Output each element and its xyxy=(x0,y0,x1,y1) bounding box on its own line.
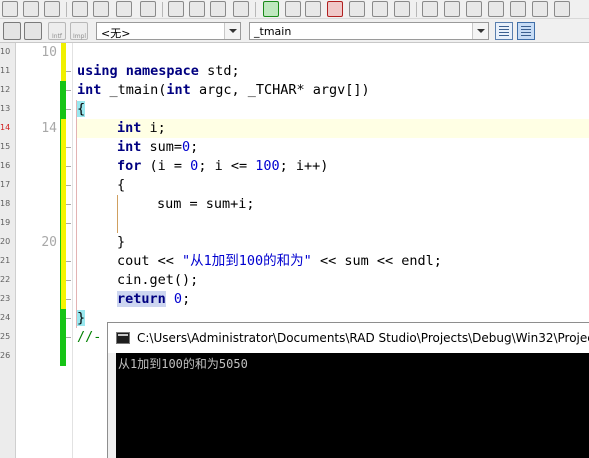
print-icon[interactable] xyxy=(140,1,156,17)
layout-icon[interactable] xyxy=(510,1,526,17)
save-all-icon[interactable] xyxy=(44,1,60,17)
code-line-24: } xyxy=(77,310,86,326)
save-icon[interactable] xyxy=(23,1,39,17)
code-line-15: int sum=0; xyxy=(117,139,199,155)
chevron-down-icon[interactable] xyxy=(472,23,488,39)
toolbar-separator xyxy=(416,2,417,17)
function-combo[interactable]: _tmain xyxy=(249,22,489,40)
scope-combo[interactable]: <无> xyxy=(96,22,241,40)
reset-program-icon[interactable] xyxy=(327,1,343,17)
toolbar-separator xyxy=(162,2,163,17)
line-number: 14 xyxy=(0,123,11,132)
line-number: 23 xyxy=(0,294,11,303)
line-number: 10 xyxy=(0,47,11,56)
run-dropdown-icon[interactable] xyxy=(285,1,301,17)
console-app-icon xyxy=(116,332,130,344)
package-icon[interactable] xyxy=(444,1,460,17)
line-number: 11 xyxy=(0,66,11,75)
console-window[interactable]: C:\Users\Administrator\Documents\RAD Stu… xyxy=(107,322,589,458)
editor-margin-line xyxy=(72,43,73,458)
code-line-16: for (i = 0; i <= 100; i++) xyxy=(117,158,329,174)
folder-save-icon[interactable] xyxy=(189,1,205,17)
toolbar-separator xyxy=(66,2,67,17)
code-line-23: return 0; xyxy=(117,291,191,307)
line-number: 24 xyxy=(0,313,11,322)
run-icon[interactable] xyxy=(263,1,279,17)
line-number: 13 xyxy=(0,104,11,113)
function-combo-value: _tmain xyxy=(254,25,292,38)
code-line-11: using namespace std; xyxy=(77,63,240,79)
code-line-17: { xyxy=(117,177,126,193)
line-number: 17 xyxy=(0,180,11,189)
align-icon[interactable] xyxy=(554,1,570,17)
align-left-icon xyxy=(499,26,509,36)
console-output-area[interactable]: 从1加到100的和为5050 xyxy=(116,353,589,458)
line-number: 12 xyxy=(0,85,11,94)
align-center-button[interactable] xyxy=(517,22,535,40)
dropdown-arrow-icon[interactable] xyxy=(93,1,109,17)
toggle-view-icon[interactable] xyxy=(3,22,21,40)
big-line-number: 10 xyxy=(41,45,57,60)
scope-combo-value: <无> xyxy=(101,27,131,40)
open-folder-icon[interactable] xyxy=(168,1,184,17)
open-project-icon[interactable] xyxy=(72,1,88,17)
code-line-13: { xyxy=(77,101,86,117)
line-number: 16 xyxy=(0,161,11,170)
line-number: 21 xyxy=(0,256,11,265)
run-to-cursor-icon[interactable] xyxy=(394,1,410,17)
component-icon[interactable] xyxy=(422,1,438,17)
toggle-split-icon[interactable] xyxy=(24,22,42,40)
main-toolbar xyxy=(0,0,589,19)
new-file-icon[interactable] xyxy=(2,1,18,17)
toolbar-separator xyxy=(255,2,256,17)
align-left-button[interactable] xyxy=(495,22,513,40)
line-number: 19 xyxy=(0,218,11,227)
line-number: 20 xyxy=(0,237,11,246)
code-line-12: int _tmain(int argc, _TCHAR* argv[]) xyxy=(77,82,370,98)
new-item-icon[interactable] xyxy=(233,1,249,17)
modified-lines-bar xyxy=(61,119,66,309)
line-number: 15 xyxy=(0,142,11,151)
step-over-icon[interactable] xyxy=(372,1,388,17)
toggle-form-icon[interactable] xyxy=(210,1,226,17)
code-line-25: //- xyxy=(77,329,102,345)
implementation-nav-label: Impl xyxy=(73,33,87,40)
options-icon[interactable] xyxy=(488,1,504,17)
code-line-22: cin.get(); xyxy=(117,272,199,288)
line-number-gutter: 10 11 12 13 14 15 16 17 18 19 20 21 22 2… xyxy=(0,43,16,458)
line-number: 25 xyxy=(0,332,11,341)
big-line-number: 20 xyxy=(41,235,57,250)
copy-icon[interactable] xyxy=(116,1,132,17)
help-icon[interactable] xyxy=(532,1,548,17)
code-line-21: cout << "从1加到100的和为" << sum << endl; xyxy=(117,253,442,269)
code-line-14: int i; xyxy=(117,120,166,136)
line-number: 26 xyxy=(0,351,11,360)
modified-lines-bar xyxy=(61,43,66,81)
tools-icon[interactable] xyxy=(466,1,482,17)
code-line-20: } xyxy=(117,234,126,250)
big-line-number: 14 xyxy=(41,121,57,136)
chevron-down-icon[interactable] xyxy=(224,23,240,39)
console-output-text: 从1加到100的和为5050 xyxy=(118,357,248,371)
align-center-icon xyxy=(521,26,531,36)
console-title-bar[interactable]: C:\Users\Administrator\Documents\RAD Stu… xyxy=(108,323,589,353)
line-number: 22 xyxy=(0,275,11,284)
line-number: 18 xyxy=(0,199,11,208)
trace-into-icon[interactable] xyxy=(349,1,365,17)
interface-nav-label: Intf xyxy=(52,33,63,40)
console-title: C:\Users\Administrator\Documents\RAD Stu… xyxy=(137,331,589,345)
code-line-18: sum = sum+i; xyxy=(157,196,255,212)
code-navigation-bar: Intf Impl <无> _tmain xyxy=(0,19,589,43)
pause-icon[interactable] xyxy=(305,1,321,17)
